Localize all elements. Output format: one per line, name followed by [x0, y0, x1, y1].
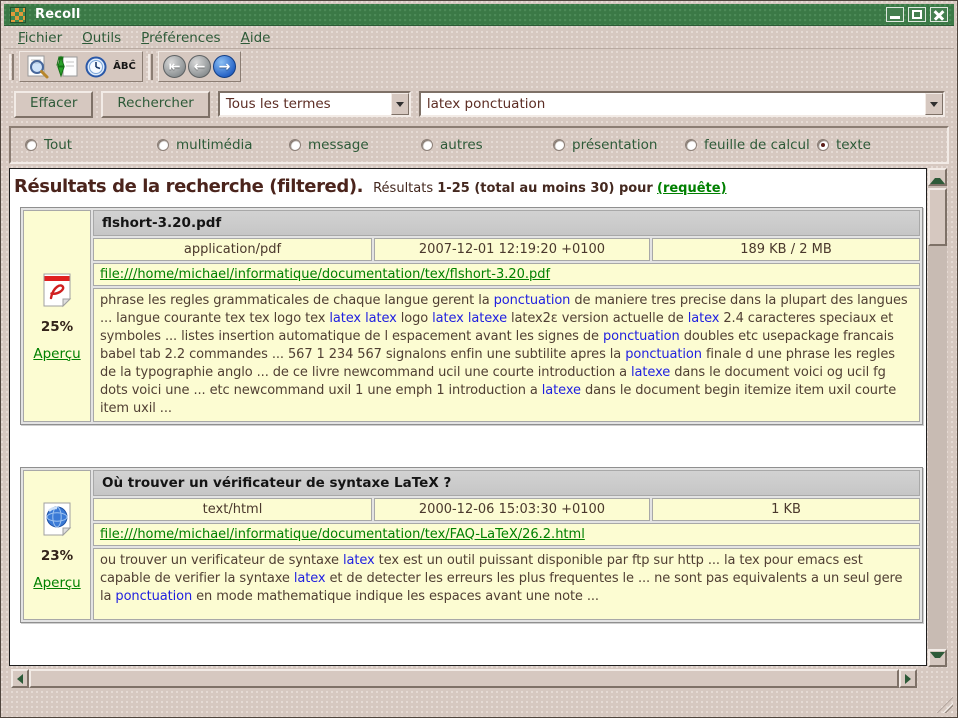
results-summary: Résultats 1-25 (total au moins 30) pour … [373, 181, 726, 196]
vertical-scroll-thumb[interactable] [928, 188, 947, 246]
relevance-percent: 25% [41, 319, 73, 335]
radio-icon[interactable] [25, 139, 37, 151]
vertical-scrollbar[interactable] [928, 168, 947, 667]
radio-icon[interactable] [553, 139, 565, 151]
filter-radio-message[interactable]: message [289, 137, 421, 153]
scroll-up-icon[interactable] [928, 168, 947, 186]
query-details-link[interactable]: (requête) [657, 181, 727, 196]
relevance-percent: 23% [41, 548, 73, 564]
toolbar-handle[interactable] [148, 54, 153, 80]
html-file-icon [40, 500, 74, 537]
scroll-right-icon[interactable] [899, 669, 917, 688]
result-url-link[interactable]: file:///home/michael/informatique/docume… [100, 267, 550, 282]
result-size: 189 KB / 2 MB [652, 238, 920, 261]
radio-icon[interactable] [289, 139, 301, 151]
filter-radio-texte[interactable]: texte [817, 137, 871, 153]
search-button[interactable]: Rechercher [101, 91, 209, 118]
search-query-combo [419, 91, 945, 117]
result-title: Où trouver un vérificateur de syntaxe La… [93, 470, 920, 496]
result-date: 2000-12-06 15:03:30 +0100 [374, 498, 650, 521]
result-url-link[interactable]: file:///home/michael/informatique/docume… [100, 527, 585, 542]
results-heading: Résultats de la recherche (filtered). [14, 176, 363, 197]
toolbar-group-nav: ⇤←→ [158, 51, 241, 82]
result-side-panel: 25% Aperçu [23, 210, 91, 422]
result-entry: 25% Aperçu flshort-3.20.pdf application/… [20, 207, 923, 425]
resize-grip[interactable] [937, 697, 953, 713]
result-mime: text/html [93, 498, 372, 521]
radio-icon[interactable] [817, 139, 829, 151]
result-list: 25% Aperçu flshort-3.20.pdf application/… [10, 207, 926, 623]
menu-fichier[interactable]: Fichier [8, 28, 72, 48]
result-title: flshort-3.20.pdf [93, 210, 920, 236]
toolbar: ÂBĈ ⇤←→ [4, 50, 954, 83]
horizontal-scrollbar[interactable] [11, 669, 917, 688]
preview-link[interactable]: Aperçu [33, 575, 80, 591]
advanced-search-icon[interactable] [24, 54, 51, 80]
preview-link[interactable]: Aperçu [33, 346, 80, 362]
menu-aide[interactable]: Aide [231, 28, 281, 48]
search-query-input[interactable] [421, 93, 925, 115]
result-snippet: phrase les regles grammaticales de chaqu… [93, 288, 920, 422]
result-side-panel: 23% Aperçu [23, 470, 91, 620]
window-title: Recoll [35, 7, 886, 22]
recoll-window: Recoll FichierOutilsPréférencesAide [0, 0, 958, 718]
toolbar-group-tools: ÂBĈ [19, 51, 143, 82]
term-explorer-icon[interactable]: ÂBĈ [111, 54, 138, 80]
pdf-file-icon [40, 271, 74, 308]
maximize-icon[interactable] [908, 7, 926, 22]
results-header: Résultats de la recherche (filtered). Ré… [10, 169, 926, 201]
result-snippet: ou trouver un verificateur de syntaxe la… [93, 548, 920, 620]
horizontal-scroll-thumb[interactable] [29, 669, 899, 688]
toolbar-handle[interactable] [9, 54, 14, 80]
result-entry: 23% Aperçu Où trouver un vérificateur de… [20, 467, 923, 623]
sort-parameters-icon[interactable] [53, 54, 80, 80]
filter-radio-presentation[interactable]: présentation [553, 137, 685, 153]
menu-preferences[interactable]: Préférences [131, 28, 230, 48]
radio-icon[interactable] [685, 139, 697, 151]
app-icon [10, 7, 26, 23]
scroll-down-icon[interactable] [928, 649, 947, 667]
scroll-left-icon[interactable] [11, 669, 29, 688]
category-filter-frame: Toutmultimédiamessageautresprésentationf… [9, 126, 949, 164]
minimize-icon[interactable] [886, 7, 904, 22]
chevron-down-icon[interactable] [925, 93, 943, 115]
filter-radio-feuille-de-calcul[interactable]: feuille de calcul [685, 137, 817, 153]
filter-radio-multimedia[interactable]: multimédia [157, 137, 289, 153]
filter-radio-tout[interactable]: Tout [25, 137, 157, 153]
result-mime: application/pdf [93, 238, 372, 261]
window-controls [886, 7, 948, 22]
search-mode-value: Tous les termes [220, 93, 391, 115]
result-date: 2007-12-01 12:19:20 +0100 [374, 238, 650, 261]
first-page-icon[interactable]: ⇤ [163, 55, 186, 78]
search-row: Effacer Rechercher Tous les termes [4, 88, 954, 120]
search-mode-select[interactable]: Tous les termes [218, 91, 411, 117]
chevron-down-icon[interactable] [391, 93, 409, 115]
next-page-icon[interactable]: → [213, 55, 236, 78]
menu-outils[interactable]: Outils [72, 28, 131, 48]
previous-page-icon[interactable]: ← [188, 55, 211, 78]
menubar: FichierOutilsPréférencesAide [4, 27, 954, 49]
radio-icon[interactable] [157, 139, 169, 151]
results-area: Résultats de la recherche (filtered). Ré… [9, 168, 927, 666]
radio-icon[interactable] [421, 139, 433, 151]
titlebar[interactable]: Recoll [4, 4, 954, 26]
result-size: 1 KB [652, 498, 920, 521]
close-icon[interactable] [930, 7, 948, 22]
clear-button[interactable]: Effacer [14, 91, 93, 118]
filter-radio-autres[interactable]: autres [421, 137, 553, 153]
document-history-icon[interactable] [82, 54, 109, 80]
